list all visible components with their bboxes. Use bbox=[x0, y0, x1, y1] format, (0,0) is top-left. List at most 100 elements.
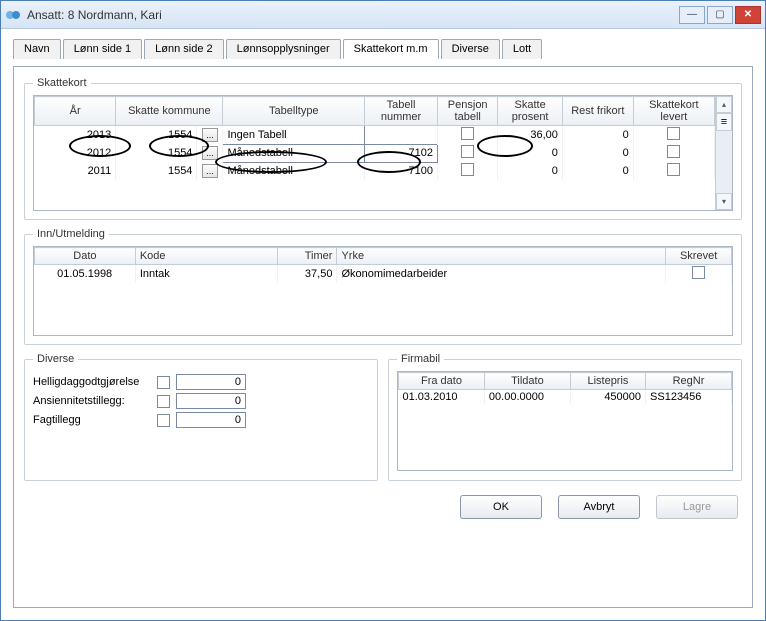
kommune-lookup-button[interactable]: ... bbox=[202, 164, 218, 178]
cell-yrke[interactable]: Økonomimedarbeider bbox=[337, 265, 666, 284]
cell-kommune[interactable]: 1554 bbox=[116, 162, 197, 180]
cell-year[interactable]: 2013 bbox=[35, 126, 116, 145]
col-rest[interactable]: Rest frikort bbox=[562, 97, 633, 126]
tab-lott[interactable]: Lott bbox=[502, 39, 542, 59]
scroll-thumb[interactable]: ≡ bbox=[716, 113, 732, 131]
cell-tabellnummer[interactable]: 7100 bbox=[365, 162, 438, 180]
cell-tabellnummer[interactable] bbox=[365, 126, 438, 145]
col-kommune[interactable]: Skatte kommune bbox=[116, 97, 223, 126]
tab-skattekort[interactable]: Skattekort m.m bbox=[343, 39, 439, 59]
diverse-row: Ansiennitetstillegg: bbox=[33, 393, 369, 409]
ok-button[interactable]: OK bbox=[460, 495, 542, 519]
cell-tabelltype[interactable]: Månedstabell bbox=[223, 162, 365, 180]
col-kode[interactable]: Kode bbox=[135, 248, 277, 265]
skattekort-row[interactable]: 2013 1554 ... Ingen Tabell 36,00 0 bbox=[35, 126, 715, 145]
group-skattekort: Skattekort År Skatte kommune Tabelltype bbox=[24, 77, 742, 220]
kommune-lookup-button[interactable]: ... bbox=[202, 146, 218, 160]
ansiennitet-value[interactable] bbox=[176, 393, 246, 409]
cell-tabelltype[interactable]: Ingen Tabell bbox=[223, 126, 365, 145]
col-levert[interactable]: Skattekort levert bbox=[633, 97, 714, 126]
col-timer[interactable]: Timer bbox=[278, 248, 337, 265]
helligdag-value[interactable] bbox=[176, 374, 246, 390]
levert-checkbox[interactable] bbox=[667, 145, 680, 158]
kommune-lookup-button[interactable]: ... bbox=[202, 128, 218, 142]
col-regnr[interactable]: RegNr bbox=[646, 373, 732, 390]
save-button[interactable]: Lagre bbox=[656, 495, 738, 519]
cell-kommune[interactable]: 1554 bbox=[116, 126, 197, 145]
fagtillegg-checkbox[interactable] bbox=[157, 414, 170, 427]
cell-rest[interactable]: 0 bbox=[562, 144, 633, 162]
group-diverse: Diverse Helligdaggodtgjørelse Ansiennite… bbox=[24, 353, 378, 481]
tab-lonn1[interactable]: Lønn side 1 bbox=[63, 39, 142, 59]
col-til[interactable]: Tildato bbox=[484, 373, 570, 390]
skrevet-checkbox[interactable] bbox=[692, 266, 705, 279]
diverse-label: Helligdaggodtgjørelse bbox=[33, 376, 151, 388]
cell-til[interactable]: 00.00.0000 bbox=[484, 390, 570, 405]
group-skattekort-legend: Skattekort bbox=[33, 77, 91, 89]
window-title: Ansatt: 8 Nordmann, Kari bbox=[27, 8, 162, 22]
skattekort-row[interactable]: 2012 1554 ... Månedstabell 7102 0 0 bbox=[35, 144, 715, 162]
scroll-down-button[interactable]: ▾ bbox=[716, 193, 732, 210]
skattekort-header-row: År Skatte kommune Tabelltype Tabell numm… bbox=[35, 97, 715, 126]
helligdag-checkbox[interactable] bbox=[157, 376, 170, 389]
close-button[interactable]: ✕ bbox=[735, 6, 761, 24]
skattekort-scrollbar[interactable]: ▴ ≡ ▾ bbox=[715, 96, 732, 210]
skattekort-grid[interactable]: År Skatte kommune Tabelltype Tabell numm… bbox=[33, 95, 733, 211]
cell-year[interactable]: 2011 bbox=[35, 162, 116, 180]
minimize-button[interactable]: — bbox=[679, 6, 705, 24]
cell-timer[interactable]: 37,50 bbox=[278, 265, 337, 284]
cell-dato[interactable]: 01.05.1998 bbox=[35, 265, 136, 284]
cancel-button[interactable]: Avbryt bbox=[558, 495, 640, 519]
firmabil-header-row: Fra dato Tildato Listepris RegNr bbox=[399, 373, 732, 390]
pensjon-checkbox[interactable] bbox=[461, 127, 474, 140]
innut-grid[interactable]: Dato Kode Timer Yrke Skrevet 01.05.1998 … bbox=[33, 246, 733, 336]
col-fra[interactable]: Fra dato bbox=[399, 373, 485, 390]
pensjon-checkbox[interactable] bbox=[461, 163, 474, 176]
col-skrevet[interactable]: Skrevet bbox=[666, 248, 732, 265]
cell-prosent[interactable]: 0 bbox=[498, 144, 563, 162]
app-icon bbox=[5, 7, 21, 23]
cell-rest[interactable]: 0 bbox=[562, 126, 633, 145]
window-titlebar: Ansatt: 8 Nordmann, Kari — ▢ ✕ bbox=[1, 1, 765, 29]
cell-prosent[interactable]: 0 bbox=[498, 162, 563, 180]
group-innutmelding: Inn/Utmelding Dato Kode Timer Yrke Skrev… bbox=[24, 228, 742, 345]
tab-lonnsopplysninger[interactable]: Lønnsopplysninger bbox=[226, 39, 341, 59]
col-year[interactable]: År bbox=[35, 97, 116, 126]
col-prosent[interactable]: Skatte prosent bbox=[498, 97, 563, 126]
cell-year[interactable]: 2012 bbox=[35, 144, 116, 162]
tab-panel: Skattekort År Skatte kommune Tabelltype bbox=[13, 66, 753, 608]
innut-header-row: Dato Kode Timer Yrke Skrevet bbox=[35, 248, 732, 265]
innut-row[interactable]: 01.05.1998 Inntak 37,50 Økonomimedarbeid… bbox=[35, 265, 732, 284]
pensjon-checkbox[interactable] bbox=[461, 145, 474, 158]
col-tabellnummer[interactable]: Tabell nummer bbox=[365, 97, 438, 126]
dialog-button-row: OK Avbryt Lagre bbox=[24, 489, 742, 519]
cell-listepris[interactable]: 450000 bbox=[570, 390, 645, 405]
cell-tabellnummer[interactable]: 7102 bbox=[365, 144, 438, 162]
cell-kommune[interactable]: 1554 bbox=[116, 144, 197, 162]
levert-checkbox[interactable] bbox=[667, 163, 680, 176]
maximize-button[interactable]: ▢ bbox=[707, 6, 733, 24]
skattekort-row[interactable]: 2011 1554 ... Månedstabell 7100 0 0 bbox=[35, 162, 715, 180]
tab-lonn2[interactable]: Lønn side 2 bbox=[144, 39, 223, 59]
col-dato[interactable]: Dato bbox=[35, 248, 136, 265]
group-innutmelding-legend: Inn/Utmelding bbox=[33, 228, 109, 240]
levert-checkbox[interactable] bbox=[667, 127, 680, 140]
cell-tabelltype[interactable]: Månedstabell bbox=[223, 144, 365, 162]
col-tabelltype[interactable]: Tabelltype bbox=[223, 97, 365, 126]
diverse-row: Fagtillegg bbox=[33, 412, 369, 428]
scroll-up-button[interactable]: ▴ bbox=[716, 96, 732, 113]
cell-fra[interactable]: 01.03.2010 bbox=[399, 390, 485, 405]
col-yrke[interactable]: Yrke bbox=[337, 248, 666, 265]
col-pensjon[interactable]: Pensjon tabell bbox=[437, 97, 497, 126]
fagtillegg-value[interactable] bbox=[176, 412, 246, 428]
cell-prosent[interactable]: 36,00 bbox=[498, 126, 563, 145]
tab-diverse[interactable]: Diverse bbox=[441, 39, 500, 59]
tab-navn[interactable]: Navn bbox=[13, 39, 61, 59]
col-listepris[interactable]: Listepris bbox=[570, 373, 645, 390]
firmabil-row[interactable]: 01.03.2010 00.00.0000 450000 SS123456 bbox=[399, 390, 732, 405]
cell-kode[interactable]: Inntak bbox=[135, 265, 277, 284]
cell-rest[interactable]: 0 bbox=[562, 162, 633, 180]
cell-regnr[interactable]: SS123456 bbox=[646, 390, 732, 405]
firmabil-grid[interactable]: Fra dato Tildato Listepris RegNr 01.03.2… bbox=[397, 371, 733, 471]
ansiennitet-checkbox[interactable] bbox=[157, 395, 170, 408]
